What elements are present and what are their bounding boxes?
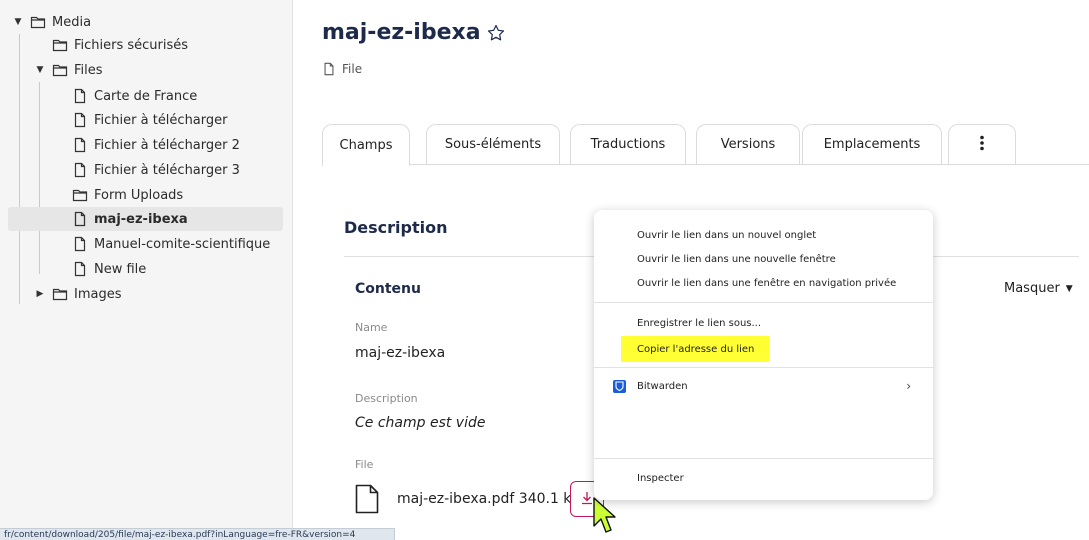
tree-item-fichiers-securises[interactable]: Fichiers sécurisés — [34, 33, 188, 57]
file-icon — [72, 137, 88, 153]
menu-item-label: Inspecter — [637, 472, 684, 484]
star-bookmark-icon[interactable] — [487, 24, 505, 42]
tab-sous-elements[interactable]: Sous-éléments — [426, 124, 560, 164]
menu-item-save-link-as[interactable]: Enregistrer le lien sous... — [594, 313, 933, 333]
field-label-name: Name — [355, 321, 388, 334]
menu-item-label: Enregistrer le lien sous... — [637, 317, 762, 329]
folder-icon — [52, 37, 68, 53]
expand-caret-icon[interactable]: ▼ — [12, 17, 24, 27]
menu-item-copy-link-address[interactable]: Copier l'adresse du lien — [594, 339, 933, 359]
menu-separator — [594, 302, 933, 303]
tree-item-label: Fichier à télécharger 2 — [94, 137, 240, 153]
menu-item-label: Ouvrir le lien dans une fenêtre en navig… — [637, 277, 897, 289]
caret-down-icon: ▼ — [1065, 283, 1073, 294]
file-field: maj-ez-ibexa.pdf 340.1 kB — [355, 484, 581, 514]
file-icon — [72, 236, 88, 252]
tab-traductions[interactable]: Traductions — [570, 124, 686, 164]
tree-item-fichier-a-telecharger[interactable]: Fichier à télécharger — [72, 108, 228, 132]
content-type-label: File — [322, 62, 362, 76]
tab-label: Emplacements — [823, 137, 921, 152]
field-label-description: Description — [355, 392, 418, 405]
tab-versions[interactable]: Versions — [696, 124, 800, 164]
tab-emplacements[interactable]: Emplacements — [802, 124, 942, 164]
tree-item-images[interactable]: ▶ Images — [34, 282, 122, 306]
bitwarden-shield-icon — [613, 379, 626, 393]
menu-item-open-private-window[interactable]: Ouvrir le lien dans une fenêtre en navig… — [594, 273, 933, 293]
tab-more[interactable] — [948, 124, 1016, 164]
tree-item-label: Form Uploads — [94, 187, 184, 203]
field-value-description: Ce champ est vide — [355, 415, 486, 431]
context-menu: Ouvrir le lien dans un nouvel onglet Ouv… — [594, 210, 933, 500]
field-value-name: maj-ez-ibexa — [355, 345, 446, 361]
group-title: Contenu — [355, 281, 421, 297]
tab-label: Champs — [339, 138, 393, 153]
tree-item-media[interactable]: ▼ Media — [12, 10, 92, 34]
tree-item-label: Manuel-comite-scientifique — [94, 236, 271, 252]
menu-item-label: Copier l'adresse du lien — [637, 343, 755, 355]
tab-label: Sous-éléments — [444, 137, 542, 152]
field-label-file: File — [355, 458, 374, 471]
tree-item-maj-ez-ibexa[interactable]: maj-ez-ibexa — [72, 207, 188, 231]
file-icon — [72, 88, 88, 104]
tree-item-label: Carte de France — [94, 88, 198, 104]
menu-item-label: Bitwarden — [637, 380, 688, 392]
file-icon — [72, 261, 88, 277]
hide-toggle-label: Masquer — [1004, 281, 1060, 296]
tree-guide-line — [19, 34, 20, 304]
expand-caret-icon[interactable]: ▼ — [34, 65, 46, 75]
tab-label: Versions — [720, 137, 776, 152]
file-icon — [72, 112, 88, 128]
collapse-caret-icon[interactable]: ▶ — [34, 289, 46, 299]
menu-separator — [594, 458, 933, 459]
tree-item-label: Fichier à télécharger — [94, 112, 228, 128]
menu-separator — [594, 367, 933, 368]
content-tree-sidebar: ▼ Media Fichiers sécurisés ▼ Files Carte… — [0, 0, 293, 540]
file-name-size: maj-ez-ibexa.pdf 340.1 kB — [397, 491, 582, 507]
folder-icon — [52, 62, 68, 78]
tree-item-form-uploads[interactable]: Form Uploads — [72, 183, 183, 207]
menu-item-inspect[interactable]: Inspecter — [594, 468, 933, 488]
more-vertical-icon — [979, 135, 985, 155]
file-icon — [72, 162, 88, 178]
tree-item-carte-de-france[interactable]: Carte de France — [72, 84, 197, 108]
tree-item-label: New file — [94, 261, 147, 277]
tab-label: Traductions — [590, 137, 666, 152]
menu-item-open-new-tab[interactable]: Ouvrir le lien dans un nouvel onglet — [594, 225, 933, 245]
tab-bar: Champs Sous-éléments Traductions Version… — [322, 124, 1089, 166]
content-type-text: File — [342, 62, 363, 76]
page-header: maj-ez-ibexa — [322, 20, 505, 45]
tree-item-label: Fichiers sécurisés — [74, 37, 189, 53]
tree-item-fichier-a-telecharger-2[interactable]: Fichier à télécharger 2 — [72, 133, 240, 157]
page-title: maj-ez-ibexa — [322, 20, 481, 45]
tree-item-label: Media — [52, 14, 92, 30]
menu-item-bitwarden[interactable]: Bitwarden › — [594, 376, 933, 396]
file-icon — [72, 211, 88, 227]
folder-icon — [30, 14, 46, 30]
tab-champs[interactable]: Champs — [322, 124, 410, 166]
tree-item-files[interactable]: ▼ Files — [34, 58, 103, 82]
tree-guide-line — [39, 82, 40, 274]
link-status-bar: fr/content/download/205/file/maj-ez-ibex… — [0, 528, 395, 540]
tree-item-label: maj-ez-ibexa — [94, 211, 188, 227]
hide-toggle[interactable]: Masquer ▼ — [1004, 281, 1073, 296]
menu-item-label: Ouvrir le lien dans un nouvel onglet — [637, 229, 817, 241]
menu-item-open-new-window[interactable]: Ouvrir le lien dans une nouvelle fenêtre — [594, 249, 933, 269]
tree-item-fichier-a-telecharger-3[interactable]: Fichier à télécharger 3 — [72, 158, 240, 182]
tree-item-label: Images — [74, 286, 122, 302]
section-title: Description — [344, 218, 448, 237]
tree-item-manuel-comite-scientifique[interactable]: Manuel-comite-scientifique — [72, 232, 270, 256]
tree-item-new-file[interactable]: New file — [72, 257, 146, 281]
folder-icon — [72, 187, 88, 203]
menu-item-label: Ouvrir le lien dans une nouvelle fenêtre — [637, 253, 836, 265]
mouse-pointer-icon — [593, 497, 616, 533]
tree-item-label: Fichier à télécharger 3 — [94, 162, 240, 178]
tree-item-label: Files — [74, 62, 103, 78]
chevron-right-icon: › — [906, 379, 911, 393]
folder-icon — [52, 286, 68, 302]
file-icon — [322, 62, 336, 76]
file-icon — [355, 484, 379, 514]
